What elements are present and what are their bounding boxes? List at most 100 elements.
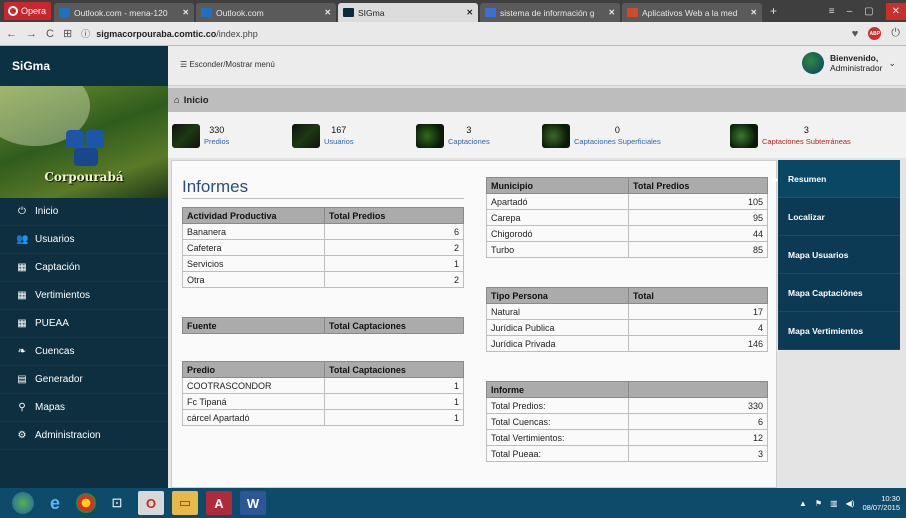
stat-value: 3 [466, 125, 472, 135]
browser-tab[interactable]: Outlook.com ✕ [196, 3, 337, 22]
tab-close-icon[interactable]: ✕ [608, 8, 615, 17]
stat-label[interactable]: Captaciones Subterráneas [762, 136, 851, 147]
tab-close-icon[interactable]: ✕ [750, 8, 757, 17]
table-header: Actividad Productiva [182, 207, 325, 224]
file-explorer-icon[interactable]: ▭ [172, 491, 198, 515]
tab-close-icon[interactable]: ✕ [466, 8, 473, 17]
forward-button[interactable]: → [26, 28, 37, 40]
stat-label[interactable]: Usuarios [324, 136, 354, 147]
sidebar-item-label: Inicio [35, 206, 59, 217]
browser-tab[interactable]: SIGma ✕ [338, 3, 479, 22]
stat-label[interactable]: Predios [204, 136, 229, 147]
tipo-persona-table: Tipo Persona Total Natural 17 Jurídica Publi… [486, 287, 768, 352]
tab-menu-icon[interactable]: ≡ [829, 6, 835, 17]
opera-logo-icon [8, 6, 18, 16]
stat-label[interactable]: Captaciones Superficiales [574, 136, 661, 147]
browser-tab[interactable]: sistema de información g ✕ [480, 3, 621, 22]
sidebar-item-cuencas[interactable]: ❧ Cuencas [0, 338, 168, 366]
sidebar: Corpourabá ⏻ Inicio 👥 Usuarios ▦ Captación ▦ Ve… [0, 86, 168, 488]
bookmark-heart-icon[interactable]: ♥ [852, 28, 859, 40]
reload-button[interactable]: C [46, 28, 54, 40]
opera-taskbar-icon[interactable]: O [138, 491, 164, 515]
tab-favicon-icon [627, 8, 639, 17]
tab-title: SIGma [358, 7, 385, 18]
tab-close-icon[interactable]: ✕ [324, 8, 331, 17]
breadcrumb-label[interactable]: Inicio [184, 95, 209, 106]
browser-tab[interactable]: Aplicativos Web a la med ✕ [622, 3, 763, 22]
tab-strip: Outlook.com - mena-120 ✕ Outlook.com ✕ SIGma… [54, 0, 764, 22]
flag-icon[interactable]: ⚑ [815, 499, 822, 508]
adblock-icon[interactable]: ABP [868, 27, 882, 40]
table-cell: Total Vertimientos: [486, 429, 629, 446]
sidebar-item-generador[interactable]: ▤ Generador [0, 366, 168, 394]
tab-title: Outlook.com - mena-120 [74, 7, 168, 18]
sidebar-item-mapas[interactable]: ⚲ Mapas [0, 394, 168, 422]
access-icon[interactable]: A [206, 491, 232, 515]
stat-label[interactable]: Captaciones [448, 136, 490, 147]
volume-icon[interactable]: ◀) [846, 499, 855, 508]
app-header: SiGma ☰ Esconder/Mostrar menú Bienvenido… [0, 46, 906, 86]
stat-captaciones-superficiales[interactable]: 0 Captaciones Superficiales [542, 120, 661, 152]
toggle-menu-link[interactable]: ☰ Esconder/Mostrar menú [180, 60, 275, 69]
stat-predios[interactable]: 330 Predios [172, 120, 229, 152]
informe-table: Informe Total Predios: 330 Total Cuencas: 6 T… [486, 381, 768, 462]
stat-text: 330 Predios [204, 125, 229, 147]
speed-dial-icon[interactable]: ⊞ [63, 27, 72, 40]
chrome-icon[interactable] [76, 493, 96, 513]
sidebar-item-pueaa[interactable]: ▦ PUEAA [0, 310, 168, 338]
table-row: Fc Tipaná 1 [182, 393, 464, 410]
browser-tab[interactable]: Outlook.com - mena-120 ✕ [54, 3, 195, 22]
table-cell: 2 [324, 239, 464, 256]
word-icon[interactable]: W [240, 491, 266, 515]
chevron-down-icon: ⌄ [888, 57, 896, 68]
internet-explorer-icon[interactable]: e [42, 491, 68, 515]
stat-captaciones-subterráneas[interactable]: 3 Captaciones Subterráneas [730, 120, 851, 152]
fuente-table: Fuente Total Captaciones [182, 317, 464, 334]
url-field[interactable]: ⓘ sigmacorpouraba.comtic.co/index.php [81, 27, 258, 40]
table-row: Servicios 1 [182, 255, 464, 272]
network-icon[interactable]: ▥ [830, 499, 838, 508]
table-cell: 17 [628, 303, 768, 320]
site-info-icon[interactable]: ⓘ [81, 27, 90, 40]
sidebar-item-administracion[interactable]: ⚙ Administracion [0, 422, 168, 450]
table-header: Fuente [182, 317, 325, 334]
right-nav-mapa-vertimientos[interactable]: Mapa Vertimientos [778, 312, 900, 350]
brand-title[interactable]: SiGma [0, 46, 168, 86]
close-window-button[interactable]: ✕ [885, 2, 906, 20]
tab-close-icon[interactable]: ✕ [182, 8, 189, 17]
back-button[interactable]: ← [6, 28, 17, 40]
right-nav-resumen[interactable]: Resumen [772, 160, 900, 198]
minimize-button[interactable]: – [847, 6, 853, 17]
url-path: /index.php [216, 28, 258, 39]
new-tab-button[interactable]: + [764, 4, 783, 18]
tray-arrow-icon[interactable]: ▲ [799, 499, 807, 508]
stat-usuarios[interactable]: 167 Usuarios [292, 120, 354, 152]
clock[interactable]: 10:30 08/07/2015 [862, 494, 900, 512]
sidebar-item-inicio[interactable]: ⏻ Inicio [0, 198, 168, 226]
maximize-button[interactable]: ▢ [864, 6, 873, 17]
table-row: Cafetera 2 [182, 239, 464, 256]
start-button-icon[interactable] [12, 492, 34, 514]
power-icon[interactable]: ⏻ [891, 27, 900, 40]
table-cell: Carepa [486, 209, 629, 226]
opera-menu-button[interactable]: Opera [4, 2, 52, 20]
tab-favicon-icon [59, 8, 71, 17]
taskbar: e ⊡ O ▭ A W ▲ ⚑ ▥ ◀) 10:30 08/07/2015 [0, 488, 906, 518]
table-cell: COOTRASCONDOR [182, 377, 325, 394]
stat-captaciones[interactable]: 3 Captaciones [416, 120, 490, 152]
stat-value: 0 [614, 125, 620, 135]
user-menu[interactable]: Bienvenido, Administrador ⌄ [802, 52, 896, 74]
tab-title: Aplicativos Web a la med [642, 7, 738, 18]
right-nav-localizar[interactable]: Localizar [778, 198, 900, 236]
sidebar-item-usuarios[interactable]: 👥 Usuarios [0, 226, 168, 254]
table-cell: 95 [628, 209, 768, 226]
stat-thumbnail-icon [542, 124, 570, 148]
right-nav-mapa-captaciónes[interactable]: Mapa Captaciónes [778, 274, 900, 312]
table-row: Otra 2 [182, 271, 464, 288]
sidebar-item-vertimientos[interactable]: ▦ Vertimientos [0, 282, 168, 310]
store-icon[interactable]: ⊡ [104, 491, 130, 515]
sidebar-item-captación[interactable]: ▦ Captación [0, 254, 168, 282]
table-header: Total Captaciones [324, 317, 464, 334]
tab-favicon-icon [343, 8, 355, 17]
right-nav-mapa-usuarios[interactable]: Mapa Usuarios [778, 236, 900, 274]
